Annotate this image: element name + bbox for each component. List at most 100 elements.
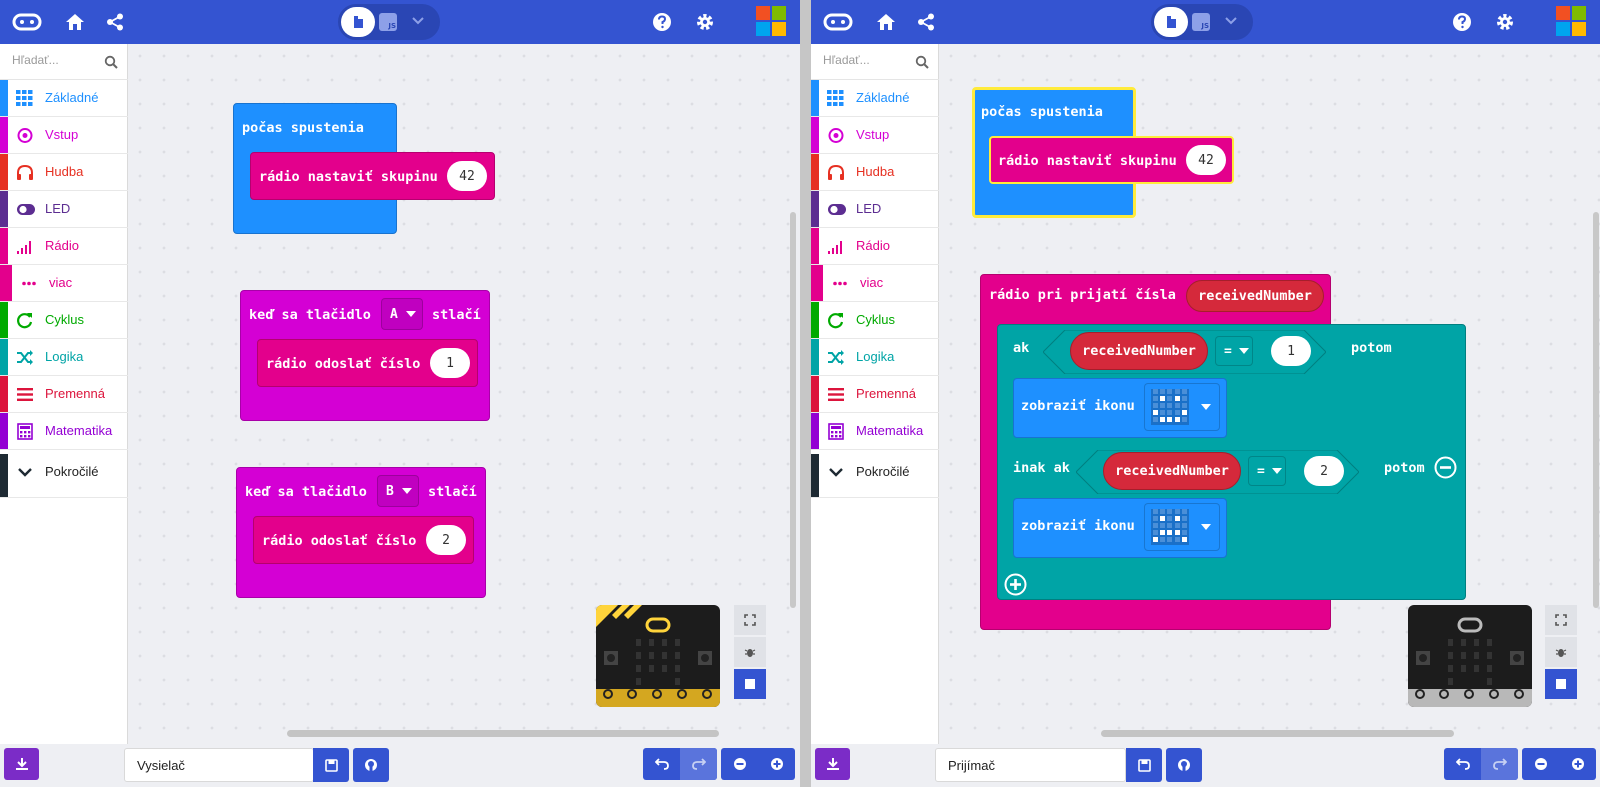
home-icon[interactable] xyxy=(871,8,901,36)
category-toggle[interactable]: LED xyxy=(0,191,128,228)
cond2-operator-dropdown[interactable]: = xyxy=(1248,456,1286,486)
list-icon xyxy=(16,386,34,403)
category-list[interactable]: Premenná xyxy=(811,376,939,413)
redo-button[interactable] xyxy=(680,748,717,780)
save-button[interactable] xyxy=(313,748,349,782)
help-icon[interactable] xyxy=(647,8,677,36)
search-input[interactable]: Hľadať... xyxy=(12,53,59,67)
vertical-scrollbar[interactable] xyxy=(790,212,796,608)
undo-button[interactable] xyxy=(643,748,680,780)
zoom-in-button[interactable] xyxy=(758,748,795,780)
category-shuffle[interactable]: Logika xyxy=(811,339,939,376)
fullscreen-icon[interactable] xyxy=(1545,605,1577,635)
redo-button[interactable] xyxy=(1481,748,1518,780)
vertical-scrollbar[interactable] xyxy=(1593,212,1599,608)
send-b-number-input[interactable]: 2 xyxy=(426,525,466,555)
cond1-operator-dropdown[interactable]: = xyxy=(1215,336,1253,366)
search-icon[interactable] xyxy=(104,54,118,73)
blocks-editor-button[interactable] xyxy=(341,7,375,37)
show-icon-2-label: zobraziť ikonu xyxy=(1021,518,1135,534)
blocks-editor-button[interactable] xyxy=(1154,7,1188,37)
microbit-logo-icon[interactable] xyxy=(12,8,42,36)
category-calculator[interactable]: Matematika xyxy=(811,413,939,450)
category-target[interactable]: Vstup xyxy=(811,117,939,154)
category-list[interactable]: Premenná xyxy=(0,376,128,413)
toolbox-search[interactable]: Hľadať... xyxy=(0,44,128,80)
search-input[interactable]: Hľadať... xyxy=(823,53,870,67)
settings-gear-icon[interactable] xyxy=(1490,8,1520,36)
settings-gear-icon[interactable] xyxy=(690,8,720,36)
icon-picker-dropdown-1[interactable] xyxy=(1144,383,1220,431)
category-headphones[interactable]: Hudba xyxy=(0,154,128,191)
category-headphones[interactable]: Hudba xyxy=(811,154,939,191)
cond1-variable[interactable]: receivedNumber xyxy=(1070,332,1208,370)
group-number-input[interactable]: 42 xyxy=(447,161,487,191)
fullscreen-icon[interactable] xyxy=(734,605,766,635)
horizontal-scrollbar[interactable] xyxy=(287,730,719,737)
group-number-input[interactable]: 42 xyxy=(1186,145,1226,175)
project-name-input[interactable]: Prijímač xyxy=(935,748,1126,782)
editor-panel-left: JS Hľadať... Základné Vstup Hudba LED Rádio v… xyxy=(0,0,800,787)
icon-picker-dropdown-2[interactable] xyxy=(1144,503,1220,551)
chevron-down-icon[interactable] xyxy=(407,10,429,32)
cond2-variable[interactable]: receivedNumber xyxy=(1103,452,1241,490)
microbit-simulator[interactable] xyxy=(596,605,720,707)
microsoft-logo-icon[interactable] xyxy=(756,6,786,36)
help-icon[interactable] xyxy=(1447,8,1477,36)
category-signal[interactable]: Rádio xyxy=(811,228,939,265)
debug-bug-icon[interactable] xyxy=(734,637,766,667)
download-button[interactable] xyxy=(4,748,39,780)
category-color-bar xyxy=(811,265,823,301)
received-number-variable[interactable]: receivedNumber xyxy=(1186,280,1324,312)
stop-simulator-button[interactable] xyxy=(734,669,766,699)
stop-simulator-button[interactable] xyxy=(1545,669,1577,699)
remove-else-if-icon[interactable] xyxy=(1434,456,1457,479)
category-color-bar xyxy=(811,454,819,497)
category-chevron-down[interactable]: Pokročilé xyxy=(811,454,939,498)
share-icon[interactable] xyxy=(100,8,130,36)
undo-button[interactable] xyxy=(1444,748,1481,780)
javascript-editor-button[interactable]: JS xyxy=(1192,13,1210,31)
javascript-editor-button[interactable]: JS xyxy=(379,13,397,31)
category-signal[interactable]: Rádio xyxy=(0,228,128,265)
github-button[interactable] xyxy=(1166,748,1202,782)
editor-toggle[interactable]: JS xyxy=(1151,4,1253,40)
category-refresh[interactable]: Cyklus xyxy=(811,302,939,339)
undo-redo-group xyxy=(1444,748,1518,780)
button-a-dropdown[interactable]: A xyxy=(381,298,423,330)
microbit-simulator[interactable] xyxy=(1408,605,1532,707)
debug-bug-icon[interactable] xyxy=(1545,637,1577,667)
project-name-input[interactable]: Vysielač xyxy=(124,748,314,782)
github-button[interactable] xyxy=(353,748,389,782)
zoom-in-button[interactable] xyxy=(1559,748,1596,780)
add-else-icon[interactable] xyxy=(1004,573,1027,596)
microsoft-logo-icon[interactable] xyxy=(1556,6,1586,36)
category-refresh[interactable]: Cyklus xyxy=(0,302,128,339)
toolbox-search[interactable]: Hľadať... xyxy=(811,44,939,80)
editor-toggle[interactable]: JS xyxy=(338,4,440,40)
microbit-logo-icon[interactable] xyxy=(823,8,853,36)
category-dots[interactable]: viac xyxy=(811,265,939,302)
home-icon[interactable] xyxy=(60,8,90,36)
category-grid[interactable]: Základné xyxy=(811,80,939,117)
category-toggle[interactable]: LED xyxy=(811,191,939,228)
category-shuffle[interactable]: Logika xyxy=(0,339,128,376)
category-dots[interactable]: viac xyxy=(0,265,128,302)
cond1-value-input[interactable]: 1 xyxy=(1271,336,1311,366)
download-button[interactable] xyxy=(815,748,850,780)
search-icon[interactable] xyxy=(915,54,929,73)
zoom-out-button[interactable] xyxy=(1522,748,1559,780)
category-label: viac xyxy=(860,275,884,290)
button-b-dropdown[interactable]: B xyxy=(377,475,419,507)
category-grid[interactable]: Základné xyxy=(0,80,128,117)
save-button[interactable] xyxy=(1126,748,1162,782)
category-target[interactable]: Vstup xyxy=(0,117,128,154)
chevron-down-icon[interactable] xyxy=(1220,10,1242,32)
horizontal-scrollbar[interactable] xyxy=(1101,730,1454,737)
share-icon[interactable] xyxy=(911,8,941,36)
category-calculator[interactable]: Matematika xyxy=(0,413,128,450)
zoom-out-button[interactable] xyxy=(721,748,758,780)
send-a-number-input[interactable]: 1 xyxy=(430,348,470,378)
category-chevron-down[interactable]: Pokročilé xyxy=(0,454,128,498)
cond2-value-input[interactable]: 2 xyxy=(1304,456,1344,486)
